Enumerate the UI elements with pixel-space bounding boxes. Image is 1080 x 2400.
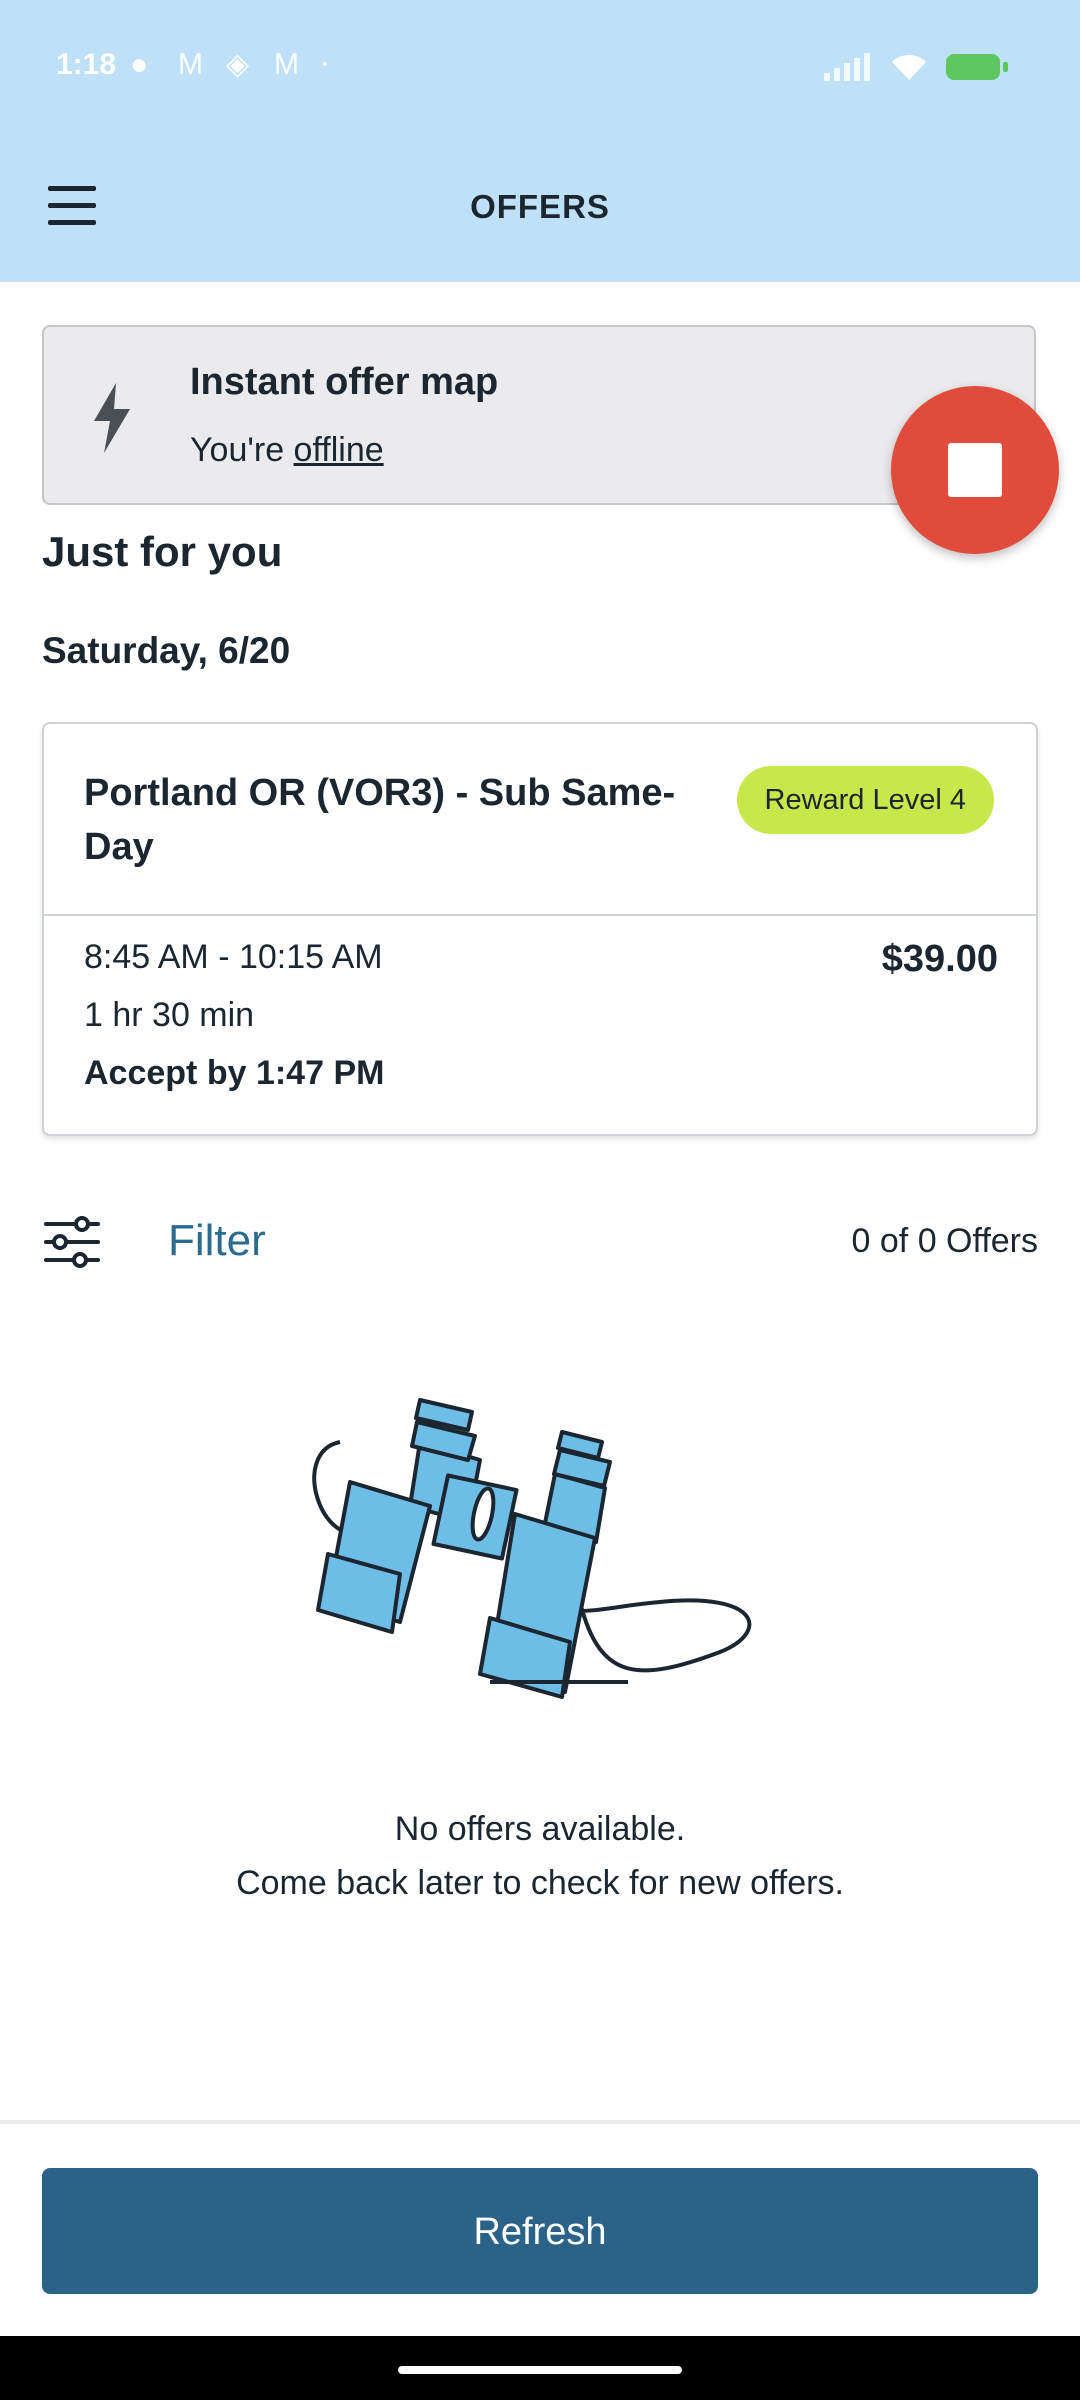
system-nav-bar [0,2336,1080,2400]
status-right [824,52,1008,82]
filter-sliders-icon[interactable] [44,1216,100,1268]
stop-icon [948,443,1002,497]
empty-state-message: Come back later to check for new offers. [236,1864,844,1902]
status-bar: 1:18 ● M ◈ M • [0,0,1080,136]
gmail-icon: M [274,48,299,81]
page-title: OFFERS [470,188,610,225]
card-divider [44,914,1036,916]
diamond-icon: ◈ [226,48,250,81]
section-heading: Just for you [42,528,283,575]
empty-state-title: No offers available. [394,1810,686,1848]
status-time: 1:18 [56,48,117,81]
notification-icons: ● M ◈ M • [130,50,356,80]
home-indicator[interactable] [398,2366,682,2374]
offer-card[interactable]: Portland OR (VOR3) - Sub Same-Day Reward… [42,722,1038,1136]
battery-charging-icon [946,54,1008,80]
offer-count: 0 of 0 Offers [851,1222,1038,1260]
signal-icon [824,53,870,81]
offer-map-status: You're offline [190,431,384,470]
bottom-divider [0,2120,1080,2124]
refresh-button[interactable]: Refresh [42,2168,1038,2294]
offer-duration: 1 hr 30 min [84,996,255,1034]
filter-button[interactable]: Filter [168,1216,266,1266]
offer-location: Portland OR (VOR3) - Sub Same-Day [84,772,676,868]
stop-button[interactable] [891,386,1059,554]
offline-link[interactable]: offline [294,431,384,469]
offer-date: Saturday, 6/20 [42,630,291,671]
chat-bubble-icon: ● [130,48,149,81]
lightning-bolt-icon [94,383,130,453]
app-header: 1:18 ● M ◈ M • OFFERS [0,0,1080,282]
reward-level-badge: Reward Level 4 [736,766,994,834]
instant-offer-map-banner[interactable]: Instant offer map You're offline [42,325,1036,505]
wifi-icon [892,54,926,80]
gmail-icon: M [178,48,203,81]
offer-map-status-prefix: You're [190,431,294,469]
dot-icon: • [322,56,328,73]
offer-accept-by: Accept by 1:47 PM [84,1054,385,1092]
offer-time-range: 8:45 AM - 10:15 AM [84,938,383,976]
binoculars-icon [312,1398,752,1699]
offer-map-title: Instant offer map [190,361,499,403]
offer-price: $39.00 [881,938,998,980]
